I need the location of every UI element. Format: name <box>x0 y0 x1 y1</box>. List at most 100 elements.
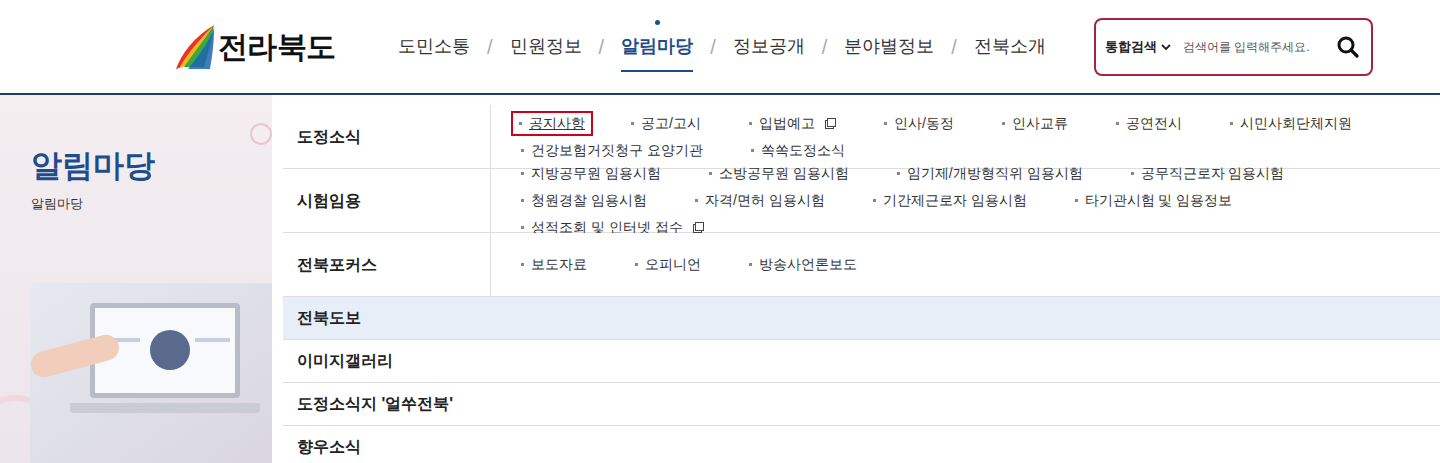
submenu-item[interactable]: 인사교류 <box>1000 111 1070 136</box>
submenu-item[interactable]: 공무직근로자 임용시험 <box>1129 161 1287 186</box>
main-nav: 도민소통/민원정보/알림마당/정보공개/분야별정보/전북소개 <box>398 0 1046 93</box>
bullet <box>1002 122 1005 125</box>
menu-category[interactable]: 향우소식 <box>283 426 490 463</box>
submenu-item[interactable]: 타기관시험 및 임용정보 <box>1073 188 1235 213</box>
category-label[interactable]: 이미지갤러리 <box>297 349 393 373</box>
nav-separator: / <box>487 32 493 62</box>
submenu-label[interactable]: 쏙쏙도정소식 <box>761 140 845 161</box>
nav-label[interactable]: 분야별정보 <box>844 33 934 60</box>
menu-row: 이미지갤러리 <box>283 340 1440 383</box>
nav-item[interactable]: 민원정보 <box>510 0 582 93</box>
submenu-label[interactable]: 공무직근로자 임용시험 <box>1141 163 1285 184</box>
submenu-item[interactable]: 인사/동정 <box>882 111 956 136</box>
bullet <box>521 149 524 152</box>
category-label[interactable]: 도정소식지 '얼쑤전북' <box>297 392 453 416</box>
submenu-label[interactable]: 인사교류 <box>1012 113 1068 134</box>
submenu-item[interactable]: 공지사항 <box>511 111 593 136</box>
submenu-label[interactable]: 자격/면허 임용시험 <box>705 190 825 211</box>
category-label[interactable]: 전북도보 <box>297 306 361 330</box>
content: 알림마당 알림마당 도정소식공지사항공고/고시입법예고인사/동정인사교류공연전시… <box>0 95 1440 463</box>
nav-label[interactable]: 알림마당 <box>621 33 693 60</box>
submenu-item[interactable]: 쏙쏙도정소식 <box>749 138 847 163</box>
submenu-label[interactable]: 오피니언 <box>645 254 701 275</box>
menu-category[interactable]: 도정소식지 '얼쑤전북' <box>283 383 490 425</box>
menu-category[interactable]: 전북도보 <box>283 297 490 339</box>
submenu-item[interactable]: 건강보험거짓청구 요양기관 <box>519 138 705 163</box>
category-label[interactable]: 전북포커스 <box>297 253 377 277</box>
submenu-list: 공지사항 공고/고시 입법예고 인사/동정 인사교류 공연전시 시민사회단체지원건강보험거짓… <box>490 105 1440 168</box>
submenu-label[interactable]: 건강보험거짓청구 요양기관 <box>531 140 703 161</box>
submenu-label[interactable]: 소방공무원 임용시험 <box>719 163 849 184</box>
external-link-icon <box>825 118 836 129</box>
nav-item[interactable]: 알림마당 <box>621 0 693 93</box>
submenu-item[interactable]: 방송사언론보도 <box>747 252 859 277</box>
nav-item[interactable]: 정보공개 <box>733 0 805 93</box>
submenu-item[interactable]: 소방공무원 임용시험 <box>707 161 851 186</box>
menu-category[interactable]: 도정소식 <box>283 105 490 168</box>
menu-row: 향우소식 <box>283 426 1440 463</box>
bullet <box>884 122 887 125</box>
side-title: 알림마당 <box>31 147 272 184</box>
nav-item[interactable]: 도민소통 <box>398 0 470 93</box>
submenu-item[interactable]: 자격/면허 임용시험 <box>693 188 827 213</box>
category-label[interactable]: 향우소식 <box>297 435 361 459</box>
nav-separator: / <box>710 32 716 62</box>
submenu-item[interactable]: 오피니언 <box>633 252 703 277</box>
menu-category[interactable]: 이미지갤러리 <box>283 340 490 382</box>
submenu-item[interactable]: 공연전시 <box>1114 111 1184 136</box>
active-dot <box>655 20 660 25</box>
submenu-label[interactable]: 타기관시험 및 임용정보 <box>1085 190 1233 211</box>
submenu-label[interactable]: 청원경찰 임용시험 <box>531 190 647 211</box>
search-scope-label[interactable]: 통합검색 <box>1105 37 1157 57</box>
category-label[interactable]: 도정소식 <box>297 125 361 149</box>
submenu-item[interactable]: 기간제근로자 임용시험 <box>871 188 1029 213</box>
external-link-icon <box>693 222 704 233</box>
site-header: 전라북도 도민소통/민원정보/알림마당/정보공개/분야별정보/전북소개 통합검색 <box>0 0 1440 95</box>
submenu-label[interactable]: 공지사항 <box>529 113 585 134</box>
submenu-label[interactable]: 인사/동정 <box>894 113 954 134</box>
submenu-label[interactable]: 지방공무원 임용시험 <box>531 163 661 184</box>
bullet <box>521 226 524 229</box>
menu-row: 시험임용지방공무원 임용시험소방공무원 임용시험임기제/개방형직위 임용시험공무… <box>283 169 1440 233</box>
category-label[interactable]: 시험임용 <box>297 189 361 213</box>
menu-row: 전북포커스 보도자료 오피니언 방송사언론보도 <box>283 233 1440 297</box>
submenu-item[interactable]: 공고/고시 <box>629 111 703 136</box>
submenu-label[interactable]: 방송사언론보도 <box>759 254 857 275</box>
submenu-label[interactable]: 임기제/개방형직위 임용시험 <box>907 163 1083 184</box>
search-scope[interactable]: 통합검색 <box>1105 37 1171 57</box>
menu-category[interactable]: 시험임용 <box>283 169 490 232</box>
bullet <box>751 149 754 152</box>
search-icon[interactable] <box>1337 36 1359 58</box>
nav-label[interactable]: 도민소통 <box>398 33 470 60</box>
submenu-label[interactable]: 공고/고시 <box>641 113 701 134</box>
nav-item[interactable]: 분야별정보 <box>844 0 934 93</box>
bullet <box>897 172 900 175</box>
submenu-item[interactable]: 보도자료 <box>519 252 589 277</box>
nav-label[interactable]: 전북소개 <box>974 33 1046 60</box>
logo[interactable]: 전라북도 <box>174 23 374 71</box>
bullet <box>521 263 524 266</box>
submenu-label[interactable]: 공연전시 <box>1126 113 1182 134</box>
nav-item[interactable]: 전북소개 <box>974 0 1046 93</box>
submenu-label[interactable]: 보도자료 <box>531 254 587 275</box>
submenu-item[interactable]: 입법예고 <box>747 111 838 136</box>
bullet <box>1230 122 1233 125</box>
menu-row: 도정소식지 '얼쑤전북' <box>283 383 1440 426</box>
submenu-label[interactable]: 입법예고 <box>759 113 815 134</box>
submenu-label[interactable]: 기간제근로자 임용시험 <box>883 190 1027 211</box>
submenu-item[interactable]: 임기제/개방형직위 임용시험 <box>895 161 1085 186</box>
submenu-item[interactable]: 지방공무원 임용시험 <box>519 161 663 186</box>
nav-label[interactable]: 정보공개 <box>733 33 805 60</box>
search-input[interactable] <box>1183 38 1331 56</box>
logo-text[interactable]: 전라북도 <box>218 24 335 69</box>
menu-table: 도정소식 공지사항 공고/고시 입법예고 인사/동정 인사교류 공연전시 시민사회단체지원건강… <box>283 95 1440 463</box>
submenu-item[interactable]: 청원경찰 임용시험 <box>519 188 649 213</box>
chevron-down-icon <box>1161 43 1171 51</box>
bullet <box>749 263 752 266</box>
submenu-item[interactable]: 시민사회단체지원 <box>1228 111 1354 136</box>
active-underline <box>621 70 693 72</box>
bullet <box>1116 122 1119 125</box>
nav-label[interactable]: 민원정보 <box>510 33 582 60</box>
menu-category[interactable]: 전북포커스 <box>283 233 490 296</box>
submenu-label[interactable]: 시민사회단체지원 <box>1240 113 1352 134</box>
